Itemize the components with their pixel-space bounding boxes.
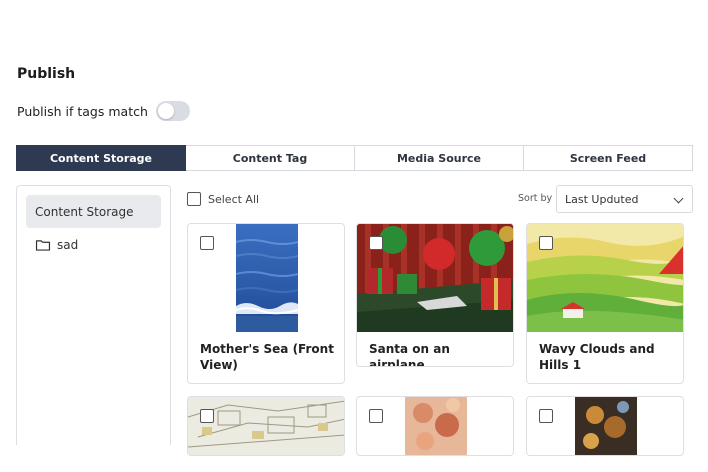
tab-content-storage[interactable]: Content Storage xyxy=(16,145,186,171)
card-thumbnail xyxy=(188,397,344,455)
sort-label: Sort by xyxy=(518,193,553,204)
sidebar-item-content-storage[interactable]: Content Storage xyxy=(26,195,161,228)
card-checkbox[interactable] xyxy=(369,236,383,250)
card-thumbnail xyxy=(236,224,298,332)
card-thumbnail xyxy=(575,397,637,455)
card-checkbox[interactable] xyxy=(539,236,553,250)
sidebar-item-label: sad xyxy=(57,238,79,252)
card-checkbox[interactable] xyxy=(200,409,214,423)
content-card[interactable]: Wavy Clouds and Hills 1 xyxy=(526,223,684,384)
card-title: Wavy Clouds and Hills 1 xyxy=(539,342,655,372)
content-card[interactable] xyxy=(526,396,684,456)
sidebar-item-sad[interactable]: sad xyxy=(35,238,78,252)
storage-sidebar: Content Storage sad xyxy=(16,185,171,445)
tab-content-tag[interactable]: Content Tag xyxy=(186,145,355,171)
sort-value: Last Upduted xyxy=(565,192,639,206)
chevron-down-icon xyxy=(673,193,684,204)
publish-title: Publish xyxy=(17,66,76,82)
publish-toggle-row: Publish if tags match xyxy=(17,101,190,121)
tab-media-source[interactable]: Media Source xyxy=(355,145,524,171)
card-title: Santa on an airplane xyxy=(369,342,450,367)
card-thumbnail xyxy=(405,397,467,455)
content-card[interactable]: Santa on an airplane xyxy=(356,223,514,367)
select-all-label: Select All xyxy=(208,192,260,206)
folder-icon xyxy=(35,240,51,251)
publish-toggle[interactable] xyxy=(155,101,190,121)
tab-screen-feed[interactable]: Screen Feed xyxy=(524,145,693,171)
content-card[interactable] xyxy=(356,396,514,456)
card-checkbox[interactable] xyxy=(539,409,553,423)
select-all[interactable]: Select All xyxy=(187,192,259,206)
publish-toggle-label: Publish if tags match xyxy=(17,103,148,119)
content-card[interactable] xyxy=(187,396,345,456)
card-checkbox[interactable] xyxy=(200,236,214,250)
card-checkbox[interactable] xyxy=(369,409,383,423)
toggle-knob xyxy=(157,103,174,119)
select-all-checkbox[interactable] xyxy=(187,192,201,206)
card-title: Mother's Sea (Front View) xyxy=(200,342,334,372)
tab-bar: Content Storage Content Tag Media Source… xyxy=(16,145,693,171)
content-card[interactable]: Mother's Sea (Front View) xyxy=(187,223,345,384)
sort-dropdown[interactable]: Last Upduted xyxy=(556,185,693,213)
